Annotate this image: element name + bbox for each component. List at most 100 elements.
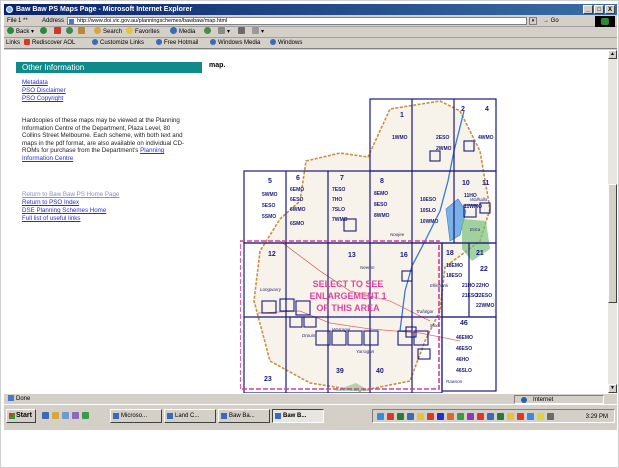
metadata-link[interactable]: Metadata	[22, 79, 48, 86]
print-button[interactable]	[238, 27, 247, 38]
select-enlargement-text[interactable]: ENLARGEMENT 1	[309, 291, 386, 301]
return-pso-index-link[interactable]: Return to PSO Index	[22, 199, 79, 206]
link-windows-media[interactable]: Windows Media	[210, 38, 260, 49]
quicklaunch-media-icon[interactable]	[72, 412, 79, 419]
select-enlargement-text[interactable]: SELECT TO SEE	[313, 279, 384, 289]
menu-item[interactable]: 1 **	[18, 15, 28, 27]
minimize-button[interactable]: _	[583, 5, 593, 14]
tray-app-icon[interactable]	[527, 413, 534, 420]
link-free-hotmail[interactable]: Free Hotmail	[156, 38, 198, 49]
media-button[interactable]: Media	[170, 27, 195, 38]
link-customize-links[interactable]: Customize Links	[92, 38, 144, 49]
address-input[interactable]: http://www.doi.vic.gov.au/planningscheme…	[67, 17, 527, 25]
tray-volume-icon[interactable]	[547, 413, 554, 420]
zone-code: 5WMO	[262, 192, 278, 198]
return-home-link[interactable]: Return to Baw Baw PS Home Page	[22, 191, 119, 198]
tray-app-icon[interactable]	[507, 413, 514, 420]
scroll-up-icon[interactable]: ▲	[608, 50, 617, 59]
town-label: Moe	[430, 323, 439, 328]
favorites-button[interactable]: Favorites	[126, 27, 160, 38]
tray-app-icon[interactable]	[447, 413, 454, 420]
sheet-number[interactable]: 39	[336, 368, 344, 375]
ie-page-icon	[92, 39, 98, 45]
clock[interactable]: 3:29 PM	[586, 412, 608, 422]
mail-button[interactable]: ▾	[218, 27, 230, 38]
edit-button[interactable]: ▾	[252, 27, 264, 38]
maximize-button[interactable]: □	[594, 5, 604, 14]
tray-app-icon[interactable]	[487, 413, 494, 420]
sheet-number[interactable]: 21	[476, 250, 484, 257]
tray-app-icon[interactable]	[427, 413, 434, 420]
link-rediscover-aol[interactable]: Rediscover AOL	[24, 38, 75, 49]
sheet-number[interactable]: 1	[400, 112, 404, 119]
quicklaunch-ie-icon[interactable]	[42, 412, 49, 419]
tray-app-icon[interactable]	[407, 413, 414, 420]
tray-network-icon[interactable]	[377, 413, 384, 420]
tray-app-icon[interactable]	[517, 413, 524, 420]
home-button[interactable]	[78, 27, 87, 38]
link-windows[interactable]: Windows	[270, 38, 302, 49]
scroll-thumb[interactable]	[608, 184, 617, 303]
quicklaunch-outlook-icon[interactable]	[52, 412, 59, 419]
pso-disclaimer-link[interactable]: PSO Disclaimer	[22, 87, 66, 94]
useful-links-link[interactable]: Full list of useful links	[22, 215, 80, 222]
zone-code: 22HO	[476, 283, 489, 289]
sheet-number[interactable]: 46	[460, 320, 468, 327]
pso-copyright-link[interactable]: PSO Copyright	[22, 95, 63, 102]
back-button[interactable]: Back ▾	[7, 27, 34, 38]
taskbar-button[interactable]: Microso...	[110, 409, 162, 423]
start-button[interactable]: Start	[6, 409, 36, 423]
sheet-number[interactable]: 8	[380, 178, 384, 185]
taskbar-button-active[interactable]: Baw B...	[272, 409, 324, 423]
sheet-number[interactable]: 23	[264, 376, 272, 383]
sheet-number[interactable]: 2	[461, 106, 465, 113]
history-button[interactable]	[204, 27, 213, 38]
tray-app-icon[interactable]	[537, 413, 544, 420]
sheet-number[interactable]: 4	[485, 106, 489, 113]
dse-planning-schemes-link[interactable]: DSE Planning Schemes Home	[22, 207, 106, 214]
home-icon	[78, 27, 85, 34]
tray-app-icon[interactable]	[417, 413, 424, 420]
sheet-number[interactable]: 7	[340, 175, 344, 182]
select-enlargement-text[interactable]: OF THIS AREA	[316, 303, 380, 313]
window-title: Baw Baw PS Maps Page - Microsoft Interne…	[16, 6, 193, 13]
sheet-number[interactable]: 18	[446, 250, 454, 257]
sheet-number[interactable]: 10	[462, 180, 470, 187]
sheet-number[interactable]: 40	[376, 368, 384, 375]
quicklaunch-desktop-icon[interactable]	[62, 412, 69, 419]
stop-button[interactable]	[54, 27, 63, 38]
close-button[interactable]: X	[605, 5, 615, 14]
sheet-number[interactable]: 11	[482, 180, 490, 187]
quicklaunch-app-icon[interactable]	[82, 412, 89, 419]
app-icon	[167, 413, 173, 419]
globe-icon	[521, 397, 527, 403]
town-label: Yarragon	[356, 349, 375, 354]
tray-app-icon[interactable]	[497, 413, 504, 420]
tray-app-icon[interactable]	[467, 413, 474, 420]
refresh-button[interactable]	[66, 27, 75, 38]
planning-scheme-index-map[interactable]: 1 2 4 5 6 7 8 10 11 12 13 16 18 21 22 23…	[240, 91, 504, 393]
sheet-number[interactable]: 22	[480, 266, 488, 273]
tray-app-icon[interactable]	[477, 413, 484, 420]
link-rediscover-aol-label: Rediscover AOL	[32, 40, 76, 46]
forward-button[interactable]	[40, 27, 49, 38]
taskbar-button[interactable]: Land C...	[164, 409, 216, 423]
tray-app-icon[interactable]	[457, 413, 464, 420]
tray-app-icon[interactable]	[397, 413, 404, 420]
town-label: Warragul	[332, 327, 351, 332]
search-button[interactable]: Search	[94, 27, 122, 38]
zone-code: 7HO	[332, 197, 342, 203]
sheet-number[interactable]: 6	[296, 175, 300, 182]
vertical-scrollbar[interactable]: ▲ ▼	[608, 50, 617, 393]
sheet-number[interactable]: 16	[400, 252, 408, 259]
tray-app-icon[interactable]	[437, 413, 444, 420]
scroll-down-icon[interactable]: ▼	[608, 384, 617, 393]
tray-antivirus-icon[interactable]	[387, 413, 394, 420]
go-button[interactable]: → Go	[543, 15, 559, 27]
address-dropdown-button[interactable]: ▾	[529, 17, 537, 25]
taskbar-button[interactable]: Baw Ba...	[218, 409, 270, 423]
sheet-number[interactable]: 5	[268, 178, 272, 185]
sheet-number[interactable]: 12	[268, 251, 276, 258]
sheet-number[interactable]: 13	[348, 252, 356, 259]
menu-file[interactable]: File	[7, 15, 17, 27]
